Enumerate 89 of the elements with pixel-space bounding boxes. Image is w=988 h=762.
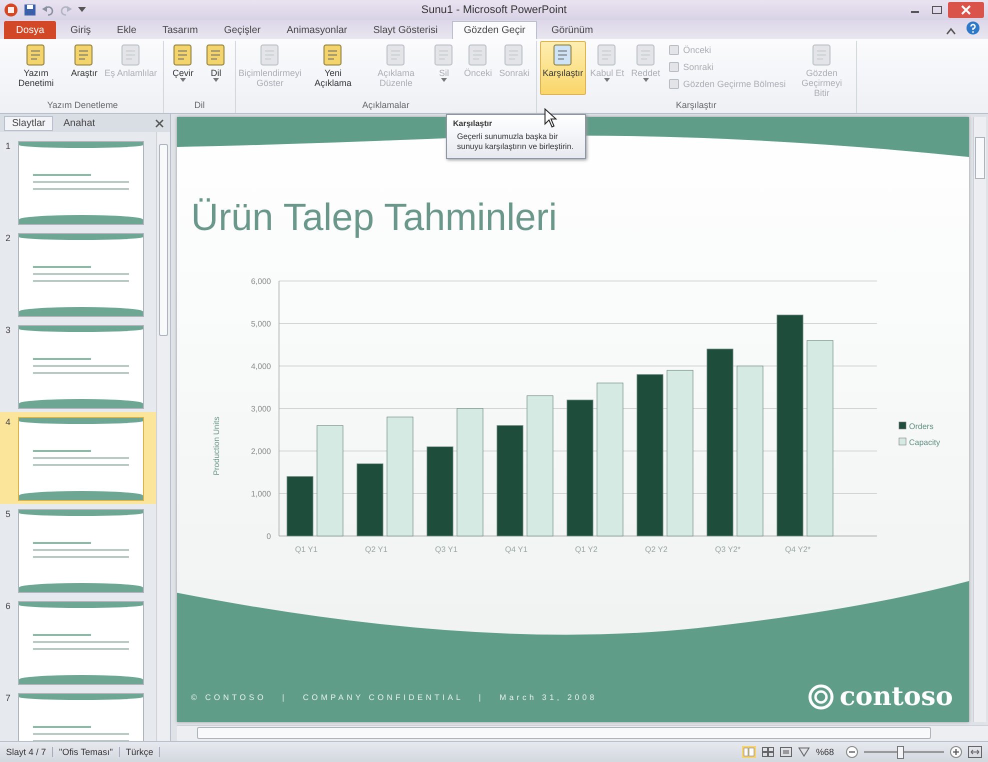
category-label: Q2 Y2: [645, 545, 668, 554]
ribbon-button[interactable]: Dil: [200, 41, 232, 95]
group-label: Karşılaştır: [674, 100, 718, 112]
ribbon-tab[interactable]: Görünüm: [539, 21, 606, 39]
reading-view-icon[interactable]: [780, 747, 792, 757]
category-label: Q2 Y1: [365, 545, 388, 554]
slide-thumbnail[interactable]: [18, 509, 144, 593]
zoom-in-icon[interactable]: [950, 746, 962, 758]
ribbon-tab[interactable]: Gözden Geçir: [452, 21, 538, 39]
caret-icon: [180, 78, 186, 82]
close-icon[interactable]: [948, 2, 984, 18]
legend-label: Orders: [909, 422, 934, 431]
caret-icon: [642, 78, 649, 82]
language-indicator[interactable]: Türkçe: [126, 747, 160, 757]
caret-icon: [441, 78, 448, 82]
ribbon-button[interactable]: Yeni Açıklama: [302, 41, 364, 95]
axis-tick-label: 3,000: [250, 404, 271, 414]
category-label: Q3 Y1: [435, 545, 458, 554]
logo-icon: [808, 684, 834, 710]
window-title: Sunu1 - Microsoft PowerPoint: [420, 4, 568, 16]
zoom-slider-thumb[interactable]: [897, 746, 904, 758]
close-icon[interactable]: [155, 118, 164, 128]
axis-tick-label: 0: [266, 532, 271, 541]
normal-view-icon[interactable]: [742, 746, 756, 758]
caret-icon: [213, 78, 220, 82]
slide-thumbnail[interactable]: [18, 325, 144, 409]
ribbon-tab[interactable]: Geçişler: [212, 21, 273, 39]
app-icon[interactable]: [4, 3, 18, 17]
slide-counter: Slayt 4 / 7: [6, 747, 54, 757]
ribbon-tab[interactable]: Animasyonlar: [274, 21, 360, 39]
footer-text: © CONTOSO | COMPANY CONFIDENTIAL | March 31, 2008: [191, 692, 598, 702]
logo-text: contoso: [840, 682, 953, 712]
category-label: Q1 Y2: [575, 545, 598, 554]
category-label: Q4 Y1: [505, 545, 528, 554]
scrollbar[interactable]: [973, 117, 986, 722]
tooltip-text: Geçerli sunumuzla başka bir sunuyu karşılaştırın ve birleştirin.: [456, 132, 574, 152]
axis-tick-label: 2,000: [250, 447, 271, 456]
axis-tick-label: 5,000: [250, 320, 271, 328]
slide-thumbnail[interactable]: [18, 417, 144, 501]
group-label: Açıklamalar: [361, 100, 410, 112]
undo-icon[interactable]: [42, 4, 54, 16]
slide-number: 4: [4, 417, 12, 429]
slide-title: Ürün Talep Tahminleri: [190, 196, 558, 240]
axis-title: Production Units: [212, 416, 221, 476]
file-tab[interactable]: Dosya: [4, 21, 56, 39]
group-label: Dil: [193, 100, 206, 112]
category-label: Q4 Y2*: [785, 545, 811, 554]
legend-label: Capacity: [909, 438, 940, 447]
axis-tick-label: 6,000: [250, 277, 271, 286]
selected-slide-row[interactable]: 4: [0, 412, 156, 504]
ribbon-button[interactable]: Çevir: [167, 41, 200, 95]
scrollbar[interactable]: [156, 132, 170, 741]
group-label: Yazım Denetleme: [46, 100, 119, 112]
ribbon-tab[interactable]: Tasarım: [150, 21, 210, 39]
panel-tab[interactable]: Slaytlar: [4, 116, 54, 130]
slide-thumbnail[interactable]: [18, 233, 144, 317]
axis-tick-label: 1,000: [250, 490, 271, 498]
ribbon-tab[interactable]: Giriş: [58, 21, 103, 39]
slide-thumbnail[interactable]: [18, 601, 144, 685]
slide-number: 7: [4, 693, 12, 705]
customize-caret-icon[interactable]: [78, 7, 86, 13]
category-label: Q3 Y2*: [715, 545, 741, 554]
slide-number: 3: [4, 325, 12, 337]
mouse-pointer-icon: [544, 108, 558, 128]
slide-sorter-icon[interactable]: [762, 747, 774, 757]
ribbon-button[interactable]: Araştır: [68, 41, 101, 95]
slide-thumbnail[interactable]: [18, 141, 144, 225]
axis-tick-label: 4,000: [250, 362, 271, 371]
scrollbar[interactable]: [177, 725, 988, 741]
slide-number: 1: [4, 141, 12, 153]
tooltip-title: Karşılaştır: [453, 119, 494, 128]
slideshow-icon[interactable]: [798, 747, 810, 757]
zoom-out-icon[interactable]: [846, 746, 858, 758]
slide-number: 5: [4, 509, 12, 521]
ribbon-button[interactable]: Karşılaştır: [540, 41, 586, 95]
ribbon-tab[interactable]: Slayt Gösterisi: [361, 21, 450, 39]
collapse-ribbon-icon[interactable]: [946, 27, 956, 35]
help-icon[interactable]: [966, 21, 980, 35]
panel-tab[interactable]: Anahat: [55, 116, 104, 130]
save-icon[interactable]: [24, 4, 36, 16]
caret-icon: [604, 78, 610, 82]
ribbon-tab[interactable]: Ekle: [104, 21, 148, 39]
fit-to-window-icon[interactable]: [968, 746, 982, 758]
ribbon-button[interactable]: Yazım Denetimi: [5, 41, 67, 95]
slide-number: 6: [4, 601, 12, 613]
slide-number: 2: [4, 233, 12, 245]
theme-name: "Ofis Teması": [59, 747, 120, 757]
category-label: Q1 Y1: [295, 545, 318, 554]
zoom-level[interactable]: %68: [816, 747, 840, 757]
